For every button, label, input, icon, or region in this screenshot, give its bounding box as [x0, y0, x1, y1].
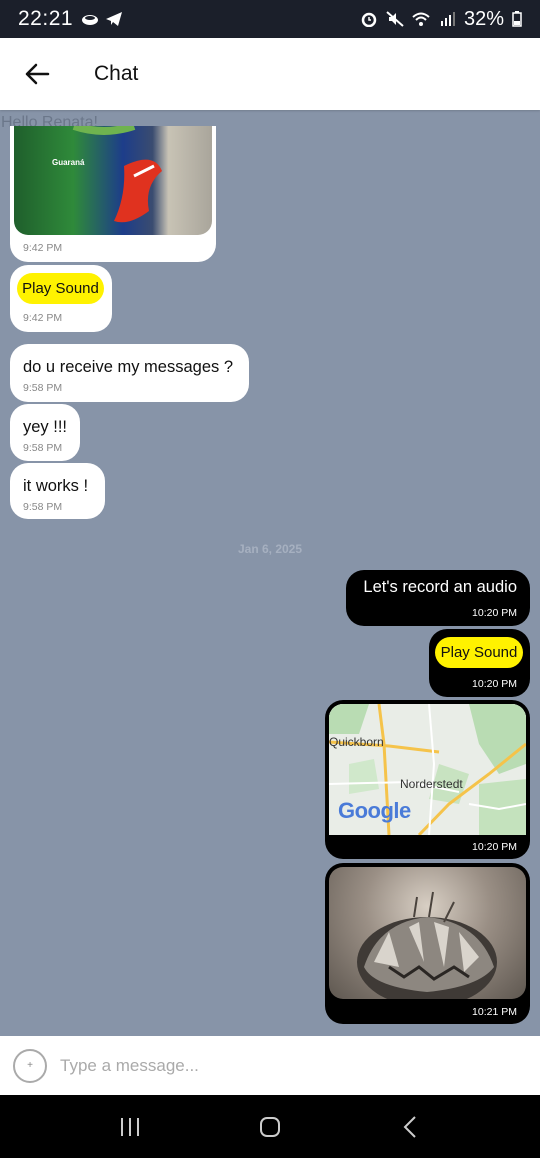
message-time: 9:58 PM	[23, 501, 63, 513]
home-icon	[260, 1116, 280, 1137]
signal-icon	[440, 12, 455, 26]
message-time: 10:20 PM	[472, 607, 517, 619]
message-time: 9:42 PM	[23, 242, 63, 254]
status-right-icons: 32%	[360, 8, 522, 31]
incoming-text-message[interactable]: it works ! 9:58 PM	[10, 463, 105, 519]
status-left-icons	[81, 11, 123, 27]
incoming-text-message[interactable]: yey !!! 9:58 PM	[10, 404, 80, 461]
chat-messages[interactable]: Hello Renata! Guaraná 9:42 PM Play Sound…	[0, 110, 540, 1036]
sculpture-graphic	[357, 891, 497, 999]
map-label: Quickborn	[329, 735, 384, 749]
page-title: Chat	[94, 62, 139, 85]
google-logo: Google	[338, 798, 411, 823]
map-image[interactable]: Quickborn Norderstedt Google	[329, 704, 526, 835]
arrow-left-icon	[25, 63, 50, 85]
system-nav-bar	[0, 1095, 540, 1158]
home-button[interactable]	[240, 1102, 300, 1152]
battery-icon	[512, 11, 522, 27]
can-graphic	[72, 126, 162, 223]
outgoing-text-message[interactable]: Let's record an audio 10:20 PM	[346, 570, 530, 626]
battery-percent: 32%	[463, 7, 504, 30]
system-back-button[interactable]	[380, 1102, 440, 1152]
cloud-icon	[82, 15, 99, 25]
message-text: do u receive my messages ?	[23, 358, 234, 376]
message-text: Let's record an audio	[363, 578, 517, 596]
add-attachment-button[interactable]: +	[13, 1048, 47, 1083]
message-text: it works !	[23, 477, 89, 495]
status-bar: 22:21 32%	[0, 0, 540, 38]
play-sound-button[interactable]: Play Sound	[435, 637, 523, 668]
recent-apps-icon	[121, 1117, 139, 1136]
telegram-icon	[106, 12, 123, 26]
play-sound-button[interactable]: Play Sound	[17, 273, 104, 304]
message-composer: +	[0, 1036, 540, 1095]
map-label: Norderstedt	[400, 777, 463, 791]
message-image[interactable]: Guaraná	[14, 126, 212, 235]
mute-icon	[386, 11, 404, 27]
incoming-text-message[interactable]: do u receive my messages ? 9:58 PM	[10, 344, 249, 402]
incoming-image-message[interactable]: Guaraná 9:42 PM	[10, 126, 216, 262]
date-separator: Jan 6, 2025	[237, 542, 303, 556]
back-button[interactable]	[0, 38, 74, 110]
message-time: 10:20 PM	[472, 841, 517, 853]
message-time: 10:21 PM	[472, 1006, 517, 1018]
message-time: 9:58 PM	[23, 382, 63, 394]
alarm-icon	[361, 12, 377, 27]
message-text: yey !!!	[23, 418, 68, 436]
recent-apps-button[interactable]	[100, 1102, 160, 1152]
image-caption-text: Guaraná	[52, 158, 85, 167]
status-time: 22:21	[18, 7, 74, 30]
chevron-left-icon	[403, 1115, 416, 1138]
wifi-icon	[412, 12, 430, 26]
incoming-sound-message: Play Sound 9:42 PM	[10, 265, 112, 332]
message-time: 9:42 PM	[23, 312, 63, 324]
outgoing-image-message[interactable]: 10:21 PM	[325, 863, 530, 1024]
message-time: 9:58 PM	[23, 442, 63, 454]
message-input[interactable]	[60, 1055, 500, 1076]
app-header: Chat	[0, 38, 540, 110]
message-time: 10:20 PM	[472, 678, 517, 690]
outgoing-sound-message: Play Sound 10:20 PM	[429, 629, 530, 697]
message-image[interactable]	[329, 867, 526, 999]
outgoing-map-message[interactable]: Quickborn Norderstedt Google 10:20 PM	[325, 700, 530, 859]
